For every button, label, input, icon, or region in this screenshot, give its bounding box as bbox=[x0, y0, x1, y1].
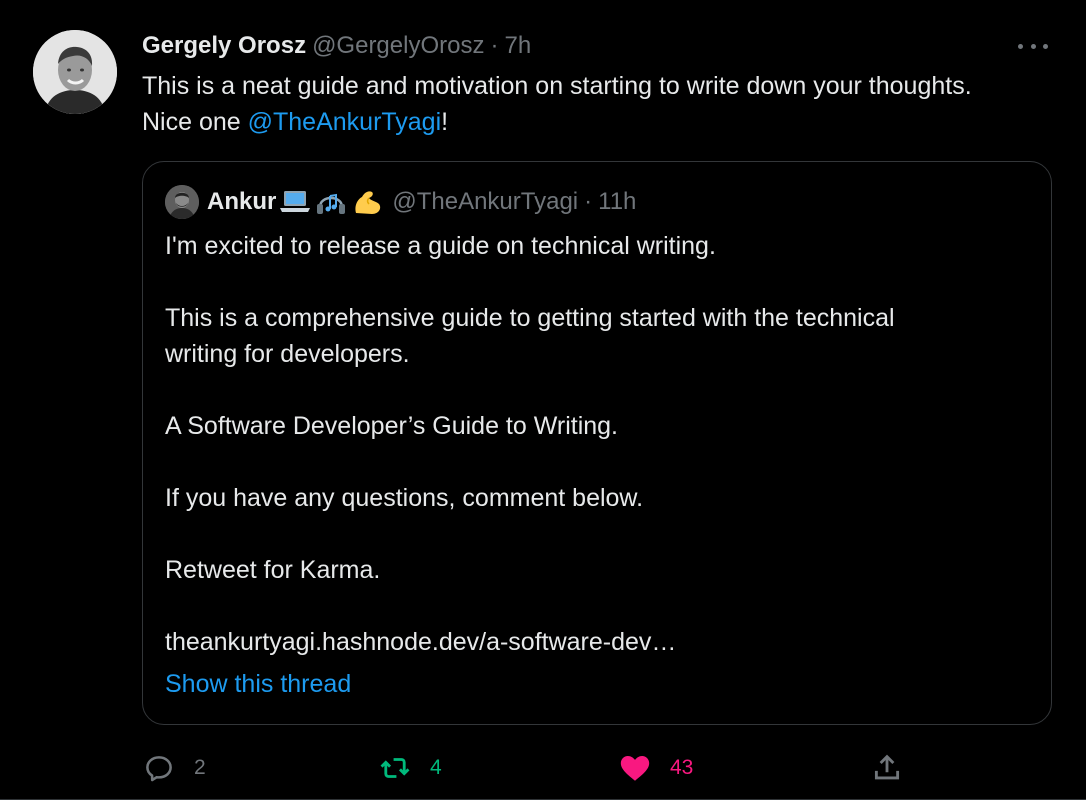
author-handle[interactable]: @GergelyOrosz bbox=[312, 30, 484, 62]
author-avatar[interactable] bbox=[33, 30, 117, 114]
quoted-text-line bbox=[165, 588, 1025, 624]
headphone-emoji bbox=[314, 187, 348, 217]
laptop-emoji bbox=[278, 187, 312, 217]
reply-button[interactable]: 2 bbox=[142, 748, 206, 788]
quoted-text-line bbox=[165, 516, 1025, 552]
quoted-text-line: Retweet for Karma. bbox=[165, 556, 381, 584]
like-button[interactable]: 43 bbox=[618, 748, 693, 788]
quoted-text-line: theankurtyagi.hashnode.dev/a-software-de… bbox=[165, 628, 677, 656]
separator-dot: · bbox=[490, 32, 499, 59]
more-dot bbox=[1030, 43, 1036, 49]
like-count: 43 bbox=[670, 756, 694, 779]
quoted-author-avatar bbox=[165, 185, 199, 219]
quoted-text-line: I'm excited to release a guide on techni… bbox=[165, 232, 716, 260]
quoted-tweet-header: Ankur @TheAnkurTyagi · 11h bbox=[165, 184, 636, 220]
quoted-text-line: This is a comprehensive guide to getting… bbox=[165, 304, 895, 332]
retweet-button[interactable]: 4 bbox=[378, 748, 442, 788]
tweet[interactable]: Gergely Orosz @GergelyOrosz · 7h This is… bbox=[0, 0, 1086, 800]
retweet-count: 4 bbox=[430, 756, 442, 779]
heart-icon bbox=[620, 755, 650, 781]
mention-link[interactable]: @TheAnkurTyagi bbox=[248, 108, 442, 136]
quoted-text-line bbox=[165, 444, 1025, 480]
more-dot bbox=[1043, 43, 1048, 49]
more-dot bbox=[1018, 43, 1023, 49]
quoted-text-line: writing for developers. bbox=[165, 340, 410, 368]
reply-icon bbox=[146, 756, 172, 782]
retweet-icon bbox=[380, 758, 410, 778]
share-icon bbox=[874, 754, 900, 780]
tweet-text: This is a neat guide and motivation on s… bbox=[142, 68, 1062, 140]
tweet-text-prefix: Nice one bbox=[142, 108, 248, 136]
quoted-text-line bbox=[165, 372, 1025, 408]
tweet-text-suffix: ! bbox=[441, 108, 449, 136]
quoted-text-line: A Software Developer’s Guide to Writing. bbox=[165, 412, 619, 440]
quoted-tweet-text: I'm excited to release a guide on techni… bbox=[165, 228, 1025, 660]
tweet-text-line: This is a neat guide and motivation on s… bbox=[142, 72, 972, 100]
flexed-biceps-emoji bbox=[350, 187, 384, 217]
quoted-text-line bbox=[165, 264, 1025, 300]
more-options-icon[interactable] bbox=[1018, 34, 1048, 58]
quoted-author-handle: @TheAnkurTyagi bbox=[392, 188, 579, 215]
tweet-text-line: Nice one @TheAnkurTyagi! bbox=[142, 104, 1062, 140]
show-thread-link[interactable]: Show this thread bbox=[165, 666, 351, 702]
quoted-tweet-card[interactable]: Ankur @TheAnkurTyagi · 11h I'm excited t… bbox=[142, 161, 1052, 725]
reply-count: 2 bbox=[194, 756, 206, 779]
quoted-tweet-timestamp: 11h bbox=[598, 188, 637, 215]
share-button[interactable] bbox=[870, 748, 904, 788]
separator-dot: · bbox=[584, 188, 593, 215]
tweet-timestamp[interactable]: 7h bbox=[504, 30, 531, 62]
tweet-actions: 2 4 43 bbox=[142, 748, 1062, 788]
tweet-header: Gergely Orosz @GergelyOrosz · 7h bbox=[142, 30, 531, 62]
author-display-name[interactable]: Gergely Orosz bbox=[142, 30, 306, 62]
quoted-author-display-name: Ankur bbox=[207, 188, 277, 215]
quoted-text-line: If you have any questions, comment below… bbox=[165, 484, 644, 512]
